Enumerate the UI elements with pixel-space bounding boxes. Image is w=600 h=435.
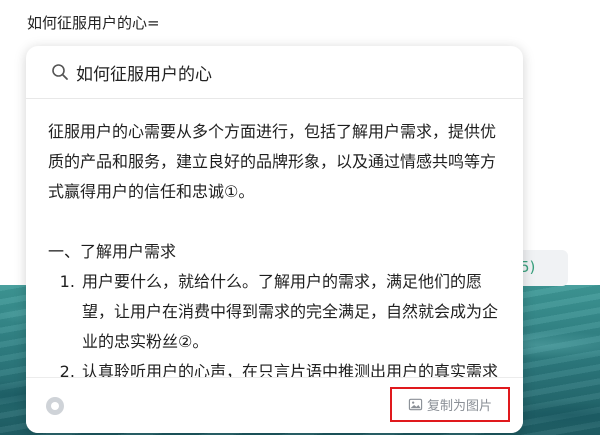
list-item: 用户要什么，就给什么。了解用户的需求，满足他们的愿望，让用户在消费中得到需求的完…	[80, 267, 501, 357]
query-title: 如何征服用户的心=	[27, 14, 160, 32]
card-footer: 复制为图片	[26, 377, 523, 433]
section-heading: 一、了解用户需求	[48, 242, 177, 261]
answer-content: 征服用户的心需要从多个方面进行，包括了解用户需求，提供优质的产品和服务，建立良好…	[26, 99, 523, 382]
search-icon	[52, 64, 68, 80]
copy-as-image-button[interactable]: 复制为图片	[390, 387, 510, 422]
copy-as-image-label: 复制为图片	[426, 399, 492, 414]
search-bar[interactable]: 如何征服用户的心	[26, 46, 523, 99]
image-icon	[408, 398, 423, 411]
answer-list: 用户要什么，就给什么。了解用户的需求，满足他们的愿望，让用户在消费中得到需求的完…	[48, 267, 501, 382]
answer-card: 如何征服用户的心 征服用户的心需要从多个方面进行，包括了解用户需求，提供优质的产…	[26, 46, 523, 433]
search-query-text: 如何征服用户的心	[76, 64, 212, 85]
answer-intro: 征服用户的心需要从多个方面进行，包括了解用户需求，提供优质的产品和服务，建立良好…	[48, 122, 497, 201]
brand-logo-icon	[46, 397, 64, 415]
